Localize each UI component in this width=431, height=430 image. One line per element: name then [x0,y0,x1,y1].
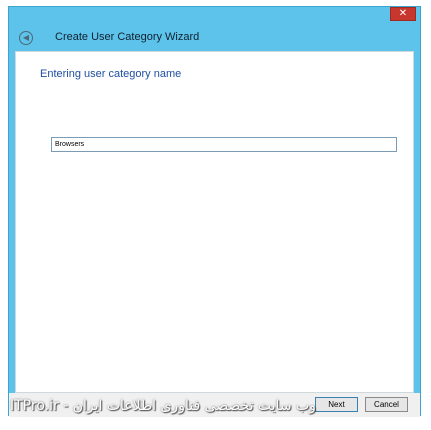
wizard-page: Entering user category name [15,51,414,393]
watermark-text: وب سایت تخصصی فناوری اطلاعات ایران - ITP… [10,398,316,414]
page-heading: Entering user category name [40,68,182,80]
back-arrow-icon: ◀ [22,33,30,42]
back-button[interactable]: ◀ [19,31,33,45]
wizard-window: ✕ ◀ Create User Category Wizard Entering… [8,6,421,417]
category-name-input[interactable] [51,137,397,152]
window-title: Create User Category Wizard [55,31,200,43]
close-icon: ✕ [398,8,408,19]
close-button[interactable]: ✕ [390,7,416,21]
